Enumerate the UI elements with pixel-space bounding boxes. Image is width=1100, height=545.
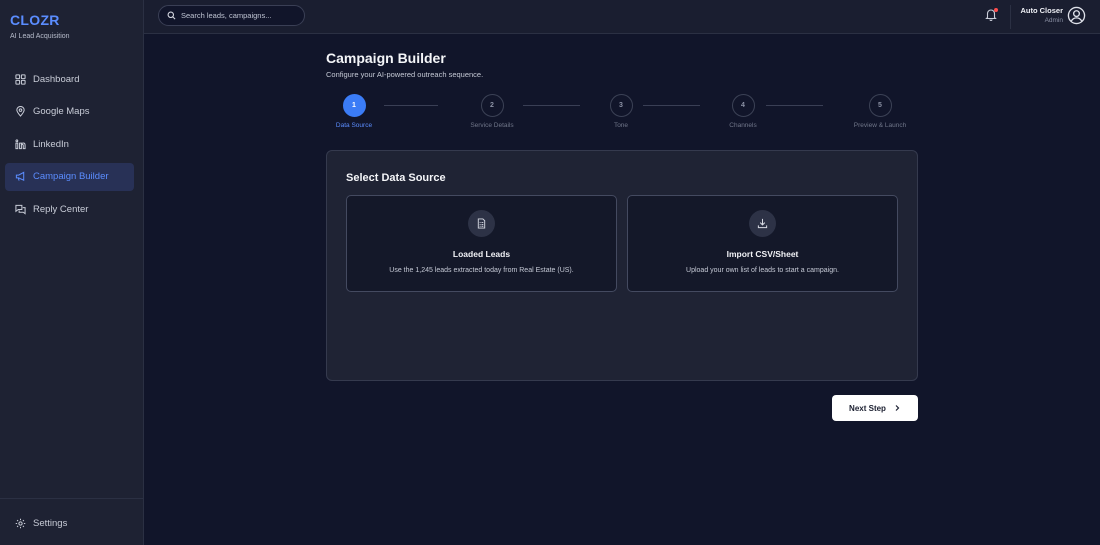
step-number: 1 bbox=[342, 94, 366, 117]
step-connector bbox=[523, 105, 580, 106]
sidebar-item-dashboard[interactable]: Dashboard bbox=[5, 65, 134, 93]
sidebar-footer: Settings bbox=[0, 498, 143, 545]
sidebar-item-label: LinkedIn bbox=[33, 138, 69, 150]
step-number: 2 bbox=[480, 94, 504, 117]
option-description: Upload your own list of leads to start a… bbox=[686, 267, 839, 274]
sidebar-item-label: Reply Center bbox=[33, 203, 89, 215]
sidebar-item-linkedin[interactable]: LinkedIn bbox=[5, 130, 134, 158]
step-data-source[interactable]: 1 Data Source bbox=[319, 94, 389, 129]
step-label: Service Details bbox=[470, 122, 514, 129]
user-role: Admin bbox=[1044, 17, 1063, 24]
option-description: Use the 1,245 leads extracted today from… bbox=[389, 267, 574, 274]
option-title: Import CSV/Sheet bbox=[726, 249, 799, 259]
card-title: Select Data Source bbox=[346, 172, 446, 184]
step-connector bbox=[384, 105, 438, 106]
step-service-details[interactable]: 2 Service Details bbox=[457, 94, 527, 129]
search-icon bbox=[167, 11, 176, 20]
megaphone-icon bbox=[15, 171, 26, 182]
brand-subtitle: AI Lead Acquisition bbox=[10, 33, 70, 40]
option-import-csv[interactable]: Import CSV/Sheet Upload your own list of… bbox=[627, 195, 898, 292]
step-label: Data Source bbox=[335, 122, 373, 129]
stepper: 1 Data Source 2 Service Details 3 Tone 4… bbox=[326, 94, 918, 134]
step-label: Tone bbox=[613, 122, 629, 129]
step-number: 3 bbox=[609, 94, 633, 117]
notification-dot bbox=[994, 8, 998, 12]
step-preview-launch[interactable]: 5 Preview & Launch bbox=[845, 94, 915, 129]
search-input[interactable] bbox=[181, 11, 301, 20]
sidebar-item-label: Google Maps bbox=[33, 106, 90, 117]
sidebar: CLOZR AI Lead Acquisition Dashboard Goog… bbox=[0, 0, 144, 545]
user-info[interactable]: Auto Closer Admin bbox=[1020, 6, 1063, 24]
sidebar-item-google-maps[interactable]: Google Maps bbox=[5, 98, 134, 126]
linkedin-icon bbox=[15, 138, 26, 150]
user-name: Auto Closer bbox=[1020, 6, 1063, 15]
sidebar-item-label: Dashboard bbox=[33, 73, 80, 85]
sidebar-nav: Dashboard Google Maps LinkedIn Campaign … bbox=[5, 65, 134, 228]
data-source-card: Select Data Source Loaded Leads Use the … bbox=[326, 150, 918, 381]
grid-icon bbox=[15, 73, 26, 85]
sidebar-item-label: Settings bbox=[33, 517, 68, 529]
gear-icon bbox=[15, 518, 26, 529]
page-subtitle: Configure your AI-powered outreach seque… bbox=[326, 70, 484, 79]
chevron-right-icon bbox=[895, 405, 900, 411]
next-step-button[interactable]: Next Step bbox=[832, 395, 918, 421]
step-number: 4 bbox=[731, 94, 755, 117]
chat-icon bbox=[15, 204, 26, 215]
download-icon bbox=[749, 210, 776, 237]
step-number: 5 bbox=[868, 94, 892, 117]
option-loaded-leads[interactable]: Loaded Leads Use the 1,245 leads extract… bbox=[346, 195, 617, 292]
topbar: Auto Closer Admin bbox=[144, 0, 1100, 34]
sidebar-item-reply-center[interactable]: Reply Center bbox=[5, 195, 134, 223]
sidebar-item-settings[interactable]: Settings bbox=[5, 509, 134, 537]
sidebar-item-label: Campaign Builder bbox=[33, 171, 109, 182]
topbar-divider bbox=[1010, 5, 1011, 29]
brand: CLOZR AI Lead Acquisition bbox=[10, 12, 70, 40]
step-label: Channels bbox=[729, 122, 757, 129]
step-channels[interactable]: 4 Channels bbox=[708, 94, 778, 129]
step-label: Preview & Launch bbox=[853, 122, 907, 129]
option-title: Loaded Leads bbox=[452, 249, 511, 259]
sidebar-item-campaign-builder[interactable]: Campaign Builder bbox=[5, 162, 134, 191]
search-box[interactable] bbox=[158, 5, 305, 26]
next-step-label: Next Step bbox=[849, 403, 886, 413]
step-tone[interactable]: 3 Tone bbox=[586, 94, 656, 129]
page-title: Campaign Builder bbox=[326, 50, 446, 66]
document-icon bbox=[468, 210, 495, 237]
brand-logo-text[interactable]: CLOZR bbox=[10, 12, 70, 28]
user-circle-icon bbox=[1067, 6, 1086, 25]
map-pin-icon bbox=[15, 106, 26, 117]
notifications-button[interactable] bbox=[985, 8, 998, 22]
avatar[interactable] bbox=[1067, 6, 1086, 25]
